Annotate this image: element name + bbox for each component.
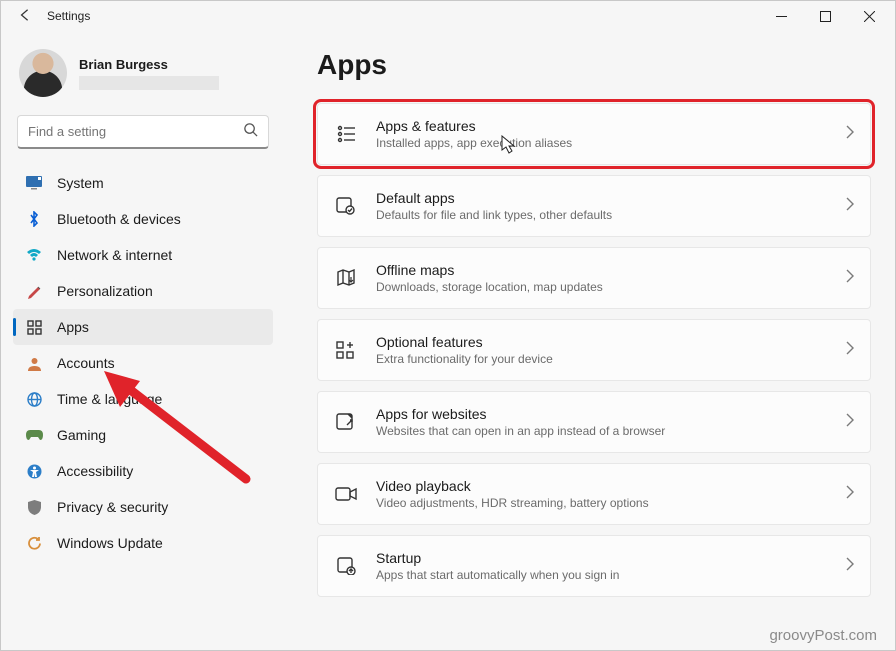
card-title: Default apps — [376, 190, 828, 206]
card-optional-features[interactable]: Optional features Extra functionality fo… — [317, 319, 871, 381]
window-title: Settings — [47, 9, 90, 23]
sidebar: Brian Burgess System — [1, 31, 281, 650]
sidebar-item-label: Gaming — [57, 427, 106, 443]
card-subtitle: Video adjustments, HDR streaming, batter… — [376, 496, 828, 510]
nav-list: System Bluetooth & devices Network & int… — [13, 165, 273, 561]
card-subtitle: Websites that can open in an app instead… — [376, 424, 828, 438]
system-icon — [25, 174, 43, 192]
default-apps-icon — [334, 194, 358, 218]
card-title: Offline maps — [376, 262, 828, 278]
sidebar-item-accessibility[interactable]: Accessibility — [13, 453, 273, 489]
card-title: Video playback — [376, 478, 828, 494]
back-button[interactable] — [11, 8, 39, 25]
search-box[interactable] — [17, 115, 269, 149]
sidebar-item-windows-update[interactable]: Windows Update — [13, 525, 273, 561]
chevron-right-icon — [846, 413, 854, 432]
chevron-right-icon — [846, 197, 854, 216]
titlebar: Settings — [1, 1, 895, 31]
gaming-icon — [25, 426, 43, 444]
sidebar-item-label: Accessibility — [57, 463, 133, 479]
sidebar-item-label: Privacy & security — [57, 499, 168, 515]
card-title: Apps & features — [376, 118, 828, 134]
sidebar-item-bluetooth[interactable]: Bluetooth & devices — [13, 201, 273, 237]
profile[interactable]: Brian Burgess — [13, 43, 273, 109]
accessibility-icon — [25, 462, 43, 480]
card-title: Apps for websites — [376, 406, 828, 422]
page-title: Apps — [317, 49, 871, 81]
sidebar-item-label: Network & internet — [57, 247, 172, 263]
card-subtitle: Installed apps, app execution aliases — [376, 136, 828, 150]
sidebar-item-label: Bluetooth & devices — [57, 211, 181, 227]
sidebar-item-accounts[interactable]: Accounts — [13, 345, 273, 381]
card-startup[interactable]: Startup Apps that start automatically wh… — [317, 535, 871, 597]
sidebar-item-time-language[interactable]: Time & language — [13, 381, 273, 417]
card-video-playback[interactable]: Video playback Video adjustments, HDR st… — [317, 463, 871, 525]
close-button[interactable] — [847, 1, 891, 31]
sidebar-item-label: Windows Update — [57, 535, 163, 551]
card-subtitle: Defaults for file and link types, other … — [376, 208, 828, 222]
watermark: groovyPost.com — [769, 627, 877, 644]
sidebar-item-personalization[interactable]: Personalization — [13, 273, 273, 309]
maximize-button[interactable] — [803, 1, 847, 31]
main-content: Apps Apps & features Installed apps, app… — [281, 31, 895, 650]
apps-features-icon — [334, 122, 358, 146]
card-title: Optional features — [376, 334, 828, 350]
sidebar-item-system[interactable]: System — [13, 165, 273, 201]
card-subtitle: Apps that start automatically when you s… — [376, 568, 828, 582]
chevron-right-icon — [846, 341, 854, 360]
optional-features-icon — [334, 338, 358, 362]
sidebar-item-label: System — [57, 175, 104, 191]
chevron-right-icon — [846, 557, 854, 576]
sidebar-item-privacy[interactable]: Privacy & security — [13, 489, 273, 525]
chevron-right-icon — [846, 485, 854, 504]
video-playback-icon — [334, 482, 358, 506]
card-apps-and-features[interactable]: Apps & features Installed apps, app exec… — [317, 103, 871, 165]
settings-window: Settings Brian Burgess — [0, 0, 896, 651]
sidebar-item-label: Apps — [57, 319, 89, 335]
profile-email-redacted — [79, 76, 219, 90]
card-default-apps[interactable]: Default apps Defaults for file and link … — [317, 175, 871, 237]
card-apps-for-websites[interactable]: Apps for websites Websites that can open… — [317, 391, 871, 453]
sidebar-item-apps[interactable]: Apps — [13, 309, 273, 345]
apps-icon — [25, 318, 43, 336]
sidebar-item-label: Personalization — [57, 283, 153, 299]
card-subtitle: Downloads, storage location, map updates — [376, 280, 828, 294]
time-language-icon — [25, 390, 43, 408]
offline-maps-icon — [334, 266, 358, 290]
bluetooth-icon — [25, 210, 43, 228]
chevron-right-icon — [846, 125, 854, 144]
profile-name: Brian Burgess — [79, 57, 219, 72]
sidebar-item-gaming[interactable]: Gaming — [13, 417, 273, 453]
card-offline-maps[interactable]: Offline maps Downloads, storage location… — [317, 247, 871, 309]
personalization-icon — [25, 282, 43, 300]
apps-websites-icon — [334, 410, 358, 434]
network-icon — [25, 246, 43, 264]
avatar — [19, 49, 67, 97]
minimize-button[interactable] — [759, 1, 803, 31]
startup-icon — [334, 554, 358, 578]
chevron-right-icon — [846, 269, 854, 288]
card-title: Startup — [376, 550, 828, 566]
card-subtitle: Extra functionality for your device — [376, 352, 828, 366]
search-icon — [243, 122, 258, 142]
windows-update-icon — [25, 534, 43, 552]
sidebar-item-network[interactable]: Network & internet — [13, 237, 273, 273]
search-input[interactable] — [28, 124, 243, 139]
privacy-icon — [25, 498, 43, 516]
accounts-icon — [25, 354, 43, 372]
sidebar-item-label: Accounts — [57, 355, 115, 371]
sidebar-item-label: Time & language — [57, 391, 162, 407]
